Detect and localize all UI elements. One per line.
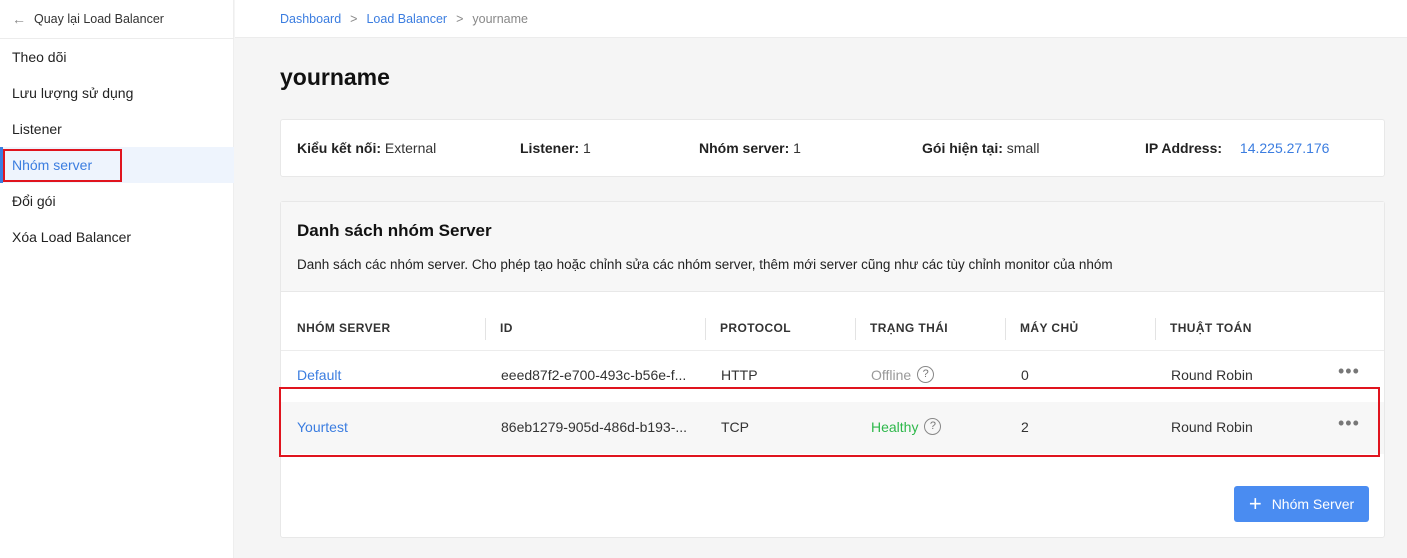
table-row: Default eeed87f2-e700-493c-b56e-f... HTT…	[281, 350, 1384, 402]
info-value: small	[1006, 140, 1040, 156]
back-to-load-balancer-link[interactable]: ← Quay lại Load Balancer	[12, 0, 164, 38]
breadcrumb-separator: >	[350, 11, 358, 26]
arrow-left-icon: ←	[12, 11, 26, 27]
status-text: Offline	[871, 367, 912, 383]
sidebar-item-label: Listener	[12, 121, 62, 137]
info-connection-type: Kiểu kết nối: External	[297, 140, 436, 156]
info-label: IP Address:	[1145, 140, 1223, 156]
add-button-label: Nhóm Server	[1271, 496, 1355, 512]
sidebar-item-doi-goi[interactable]: Đổi gói	[0, 183, 234, 219]
load-balancer-info-card: Kiểu kết nối: External Listener: 1 Nhóm …	[280, 119, 1385, 177]
more-actions-icon[interactable]: •••	[1338, 361, 1360, 382]
server-group-id: 86eb1279-905d-486d-b193-...	[501, 419, 688, 435]
page-title: yourname	[280, 64, 390, 90]
breadcrumb-load-balancer[interactable]: Load Balancer	[366, 12, 447, 26]
sidebar-item-nhom-server[interactable]: Nhóm server	[0, 147, 234, 183]
list-title: Danh sách nhóm Server	[297, 221, 492, 240]
server-group-list-card: Danh sách nhóm Server Danh sách các nhóm…	[280, 201, 1385, 538]
column-header-algorithm: THUẬT TOÁN	[1170, 321, 1252, 335]
sidebar-item-xoa-load-balancer[interactable]: Xóa Load Balancer	[0, 219, 234, 255]
sidebar-item-label: Đổi gói	[12, 193, 56, 209]
server-group-server-count: 0	[1021, 367, 1029, 383]
info-server-group: Nhóm server: 1	[699, 140, 801, 156]
breadcrumb-separator: >	[456, 11, 464, 26]
ip-address-value[interactable]: 14.225.27.176	[1240, 140, 1330, 156]
column-header-protocol: PROTOCOL	[720, 321, 791, 335]
server-group-status: Offline?	[871, 365, 935, 385]
status-text: Healthy	[871, 419, 919, 435]
server-group-server-count: 2	[1021, 419, 1029, 435]
info-value: 1	[793, 140, 801, 156]
column-divider	[705, 318, 706, 340]
sidebar-item-label: Theo dõi	[12, 49, 67, 65]
server-group-id: eeed87f2-e700-493c-b56e-f...	[501, 367, 687, 383]
server-group-status: Healthy?	[871, 417, 942, 437]
column-header-status: TRẠNG THÁI	[870, 321, 948, 335]
breadcrumb-current: yourname	[472, 11, 528, 26]
breadcrumb-dashboard[interactable]: Dashboard	[280, 12, 341, 26]
column-divider	[855, 318, 856, 340]
sidebar: ← Quay lại Load Balancer Theo dõi Lưu lư…	[0, 0, 234, 558]
info-label: Listener:	[520, 140, 580, 156]
question-icon[interactable]: ?	[917, 365, 935, 383]
column-divider	[485, 318, 486, 340]
server-group-protocol: TCP	[721, 419, 749, 435]
info-label: Kiểu kết nối:	[297, 140, 382, 156]
annotation-highlight-box	[3, 149, 122, 182]
column-header-servers: MÁY CHỦ	[1020, 321, 1079, 335]
info-value: 1	[583, 140, 591, 156]
server-group-algorithm: Round Robin	[1171, 419, 1253, 435]
more-actions-icon[interactable]: •••	[1338, 413, 1360, 434]
breadcrumb: Dashboard > Load Balancer > yourname	[235, 0, 1407, 38]
column-header-id: ID	[500, 321, 513, 335]
info-label: Gói hiện tại:	[922, 140, 1003, 156]
info-ip-address: IP Address: 14.225.27.176	[1145, 140, 1329, 156]
sidebar-item-listener[interactable]: Listener	[0, 111, 234, 147]
question-icon[interactable]: ?	[924, 417, 942, 435]
info-listener: Listener: 1	[520, 140, 591, 156]
column-divider	[1155, 318, 1156, 340]
sidebar-item-theo-doi[interactable]: Theo dõi	[0, 39, 234, 75]
list-header: Danh sách nhóm Server Danh sách các nhóm…	[281, 202, 1384, 292]
plus-icon: +	[1248, 491, 1262, 516]
column-divider	[1005, 318, 1006, 340]
info-label: Nhóm server:	[699, 140, 790, 156]
server-group-name-link[interactable]: Yourtest	[297, 419, 348, 435]
list-description: Danh sách các nhóm server. Cho phép tạo …	[297, 257, 1113, 272]
back-label: Quay lại Load Balancer	[34, 12, 164, 26]
info-value: External	[384, 140, 437, 156]
sidebar-item-label: Lưu lượng sử dụng	[12, 85, 134, 101]
server-group-protocol: HTTP	[721, 367, 758, 383]
add-server-group-button[interactable]: + Nhóm Server	[1234, 486, 1369, 522]
server-group-name-link[interactable]: Default	[297, 367, 341, 383]
sidebar-item-label: Xóa Load Balancer	[12, 229, 132, 245]
sidebar-menu: Theo dõi Lưu lượng sử dụng Listener Nhóm…	[0, 39, 234, 255]
sidebar-item-luu-luong[interactable]: Lưu lượng sử dụng	[0, 75, 234, 111]
column-header-server-group: NHÓM SERVER	[297, 321, 391, 335]
info-plan: Gói hiện tại: small	[922, 140, 1039, 156]
table-row: Yourtest 86eb1279-905d-486d-b193-... TCP…	[281, 402, 1384, 454]
server-group-algorithm: Round Robin	[1171, 367, 1253, 383]
